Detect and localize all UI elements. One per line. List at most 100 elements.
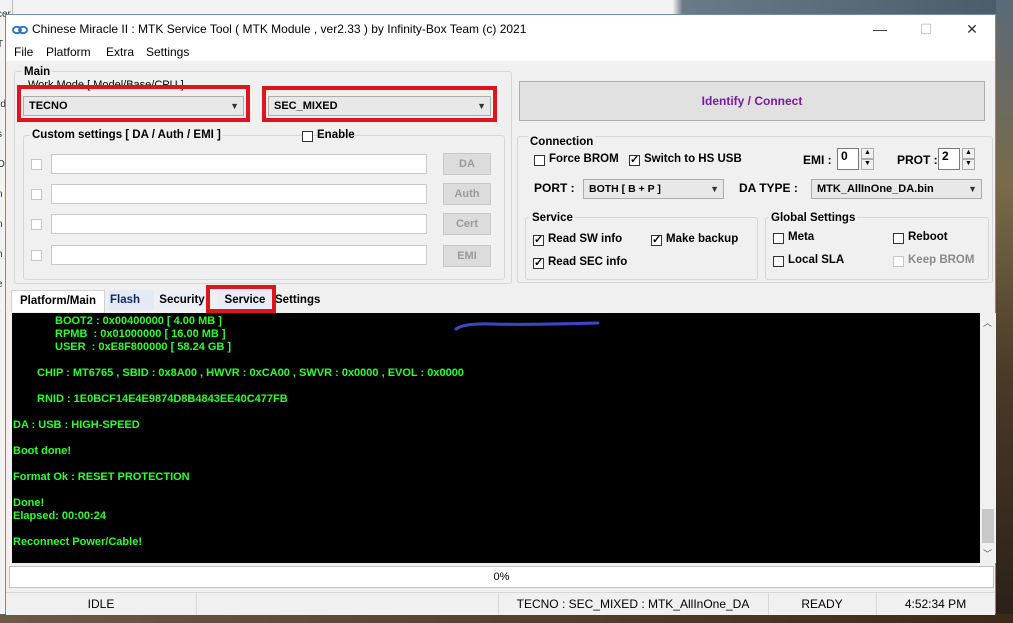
prot-increase-button[interactable]: ▲ [962, 148, 975, 159]
prot-decrease-button[interactable]: ▼ [962, 159, 975, 170]
tab-settings[interactable]: Settings [275, 290, 327, 310]
custom-emi-path-field[interactable] [51, 245, 427, 265]
custom-cert-checkbox[interactable] [31, 219, 42, 230]
emi-increase-button[interactable]: ▲ [861, 148, 874, 159]
log-console: BOOT2 : 0x00400000 [ 4.00 MB ] RPMB : 0x… [12, 313, 996, 563]
service-group [525, 217, 758, 280]
scrollbar-thumb[interactable] [982, 509, 994, 543]
custom-auth-path-field[interactable] [51, 184, 427, 204]
highlight-box-platform [262, 86, 497, 122]
service-legend: Service [530, 212, 575, 224]
scroll-down-icon[interactable]: ﹀ [983, 547, 992, 560]
tab-platform-main[interactable]: Platform/Main [11, 290, 105, 312]
emi-decrease-button[interactable]: ▼ [861, 159, 874, 170]
status-info: TECNO : SEC_MIXED : MTK_AllInOne_DA [498, 593, 769, 615]
meta-checkbox[interactable] [773, 233, 784, 244]
switch-hs-usb-label: Switch to HS USB [644, 153, 742, 165]
custom-emi-checkbox[interactable] [31, 250, 42, 261]
menu-settings[interactable]: Settings [146, 45, 189, 59]
keep-brom-checkbox[interactable] [893, 256, 904, 267]
log-line: Format Ok : RESET PROTECTION [13, 471, 190, 483]
tab-security[interactable]: Security [157, 290, 207, 310]
read-sw-info-label: Read SW info [548, 233, 623, 245]
prot-label: PROT : [897, 153, 938, 167]
highlight-box-brand [17, 85, 250, 122]
keep-brom-label: Keep BROM [908, 254, 975, 266]
infinity-logo-icon [12, 25, 28, 35]
scroll-up-icon[interactable]: ︿ [983, 316, 992, 329]
global-settings-legend: Global Settings [769, 212, 858, 224]
read-sw-info-checkbox[interactable] [533, 233, 544, 246]
menu-file[interactable]: File [14, 45, 33, 59]
custom-cert-path-field[interactable] [51, 214, 427, 234]
log-line: USER : 0xE8F800000 [ 58.24 GB ] [55, 341, 232, 353]
da-type-label: DA TYPE : [739, 181, 798, 195]
emi-stepper-value: 0 [841, 149, 848, 163]
log-line: DA : USB : HIGH-SPEED [13, 419, 140, 431]
read-sec-info-checkbox[interactable] [533, 256, 544, 269]
emi-label: EMI : [803, 153, 832, 167]
app-window: Chinese Miracle II : MTK Service Tool ( … [5, 14, 996, 615]
desktop-background-right [996, 0, 1013, 623]
log-line: Boot done! [13, 445, 72, 457]
window-title: Chinese Miracle II : MTK Service Tool ( … [32, 22, 527, 36]
reboot-checkbox[interactable] [893, 233, 904, 244]
da-type-select[interactable]: MTK_AllInOne_DA.bin ▼ [811, 179, 982, 199]
custom-da-path-field[interactable] [51, 154, 427, 174]
prot-stepper-value: 2 [942, 149, 949, 163]
status-ready: READY [768, 593, 877, 615]
enable-label: Enable [317, 129, 355, 141]
title-bar: Chinese Miracle II : MTK Service Tool ( … [6, 15, 995, 43]
force-brom-checkbox[interactable] [534, 155, 545, 166]
status-bar: IDLE TECNO : SEC_MIXED : MTK_AllInOne_DA… [6, 592, 995, 615]
meta-label: Meta [788, 231, 815, 243]
log-line: CHIP : MT6765 , SBID : 0x8A00 , HWVR : 0… [37, 367, 464, 379]
log-line: BOOT2 : 0x00400000 [ 4.00 MB ] [55, 315, 222, 327]
desktop-background-bottom [0, 614, 1013, 623]
status-state: IDLE [6, 593, 197, 615]
custom-da-checkbox[interactable] [31, 159, 42, 170]
chevron-down-icon: ▼ [968, 184, 977, 194]
da-button[interactable]: DA [443, 153, 491, 175]
port-label: PORT : [534, 181, 575, 195]
log-line: Reconnect Power/Cable! [13, 536, 142, 548]
chevron-down-icon: ▼ [710, 184, 719, 194]
menu-extra[interactable]: Extra [106, 45, 134, 59]
cert-button[interactable]: Cert [443, 213, 491, 235]
maximize-button[interactable]: ☐ [903, 15, 949, 43]
custom-settings-label: Custom settings [ DA / Auth / EMI ] [30, 129, 223, 141]
reboot-label: Reboot [908, 231, 948, 243]
enable-checkbox[interactable] [302, 131, 313, 142]
auth-button[interactable]: Auth [443, 183, 491, 205]
desktop-background-top [12, 0, 1013, 14]
minimize-button[interactable]: — [857, 15, 903, 43]
console-scrollbar[interactable]: ︿ ﹀ [980, 313, 996, 563]
menu-bar: File Platform Extra Settings [6, 43, 995, 61]
connection-legend: Connection [528, 136, 596, 148]
log-line: RPMB : 0x01000000 [ 16.00 MB ] [55, 328, 226, 340]
identify-connect-button[interactable]: Identify / Connect [519, 81, 985, 121]
log-line: Elapsed: 00:00:24 [13, 510, 106, 522]
progress-text: 0% [493, 571, 510, 583]
read-sec-info-label: Read SEC info [548, 256, 628, 268]
status-time: 4:52:34 PM [904, 597, 967, 611]
global-settings-group [765, 217, 989, 280]
close-button[interactable]: ✕ [949, 15, 995, 43]
make-backup-label: Make backup [666, 233, 739, 245]
force-brom-label: Force BROM [549, 153, 619, 165]
progress-bar: 0% [9, 566, 994, 588]
emi-stepper-field[interactable]: 0 [837, 148, 859, 170]
switch-hs-usb-checkbox[interactable] [629, 153, 640, 166]
status-spacer [196, 593, 499, 615]
emi-button[interactable]: EMI [443, 245, 491, 267]
da-type-select-value: MTK_AllInOne_DA.bin [817, 183, 934, 195]
menu-platform[interactable]: Platform [46, 45, 91, 59]
log-line: RNID : 1E0BCF14E4E9874D8B4843EE40C477FB [37, 393, 288, 405]
make-backup-checkbox[interactable] [651, 233, 662, 246]
prot-stepper-field[interactable]: 2 [938, 148, 960, 170]
local-sla-label: Local SLA [788, 254, 845, 266]
local-sla-checkbox[interactable] [773, 256, 784, 267]
custom-auth-checkbox[interactable] [31, 189, 42, 200]
port-select[interactable]: BOTH [ B + P ] ▼ [583, 179, 724, 199]
tab-flash[interactable]: Flash [108, 290, 154, 310]
